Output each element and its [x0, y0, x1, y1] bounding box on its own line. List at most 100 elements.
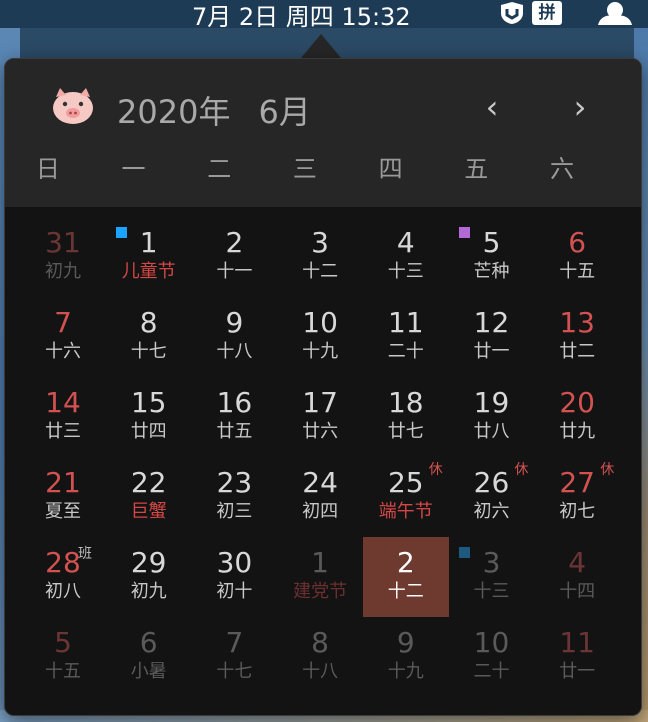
- day-number: 21: [45, 466, 81, 499]
- lunar-date: 初四: [302, 501, 339, 522]
- lunar-date: 十九: [302, 341, 339, 362]
- lunar-date: 廿三: [45, 421, 81, 442]
- day-number: 2: [225, 226, 244, 259]
- year-label[interactable]: 2020年: [117, 93, 230, 131]
- lunar-date: 廿八: [473, 421, 510, 442]
- pig-icon: [51, 87, 95, 125]
- lunar-date: 十九: [387, 661, 424, 682]
- calendar-day[interactable]: 27 初七休: [534, 457, 620, 537]
- calendar-day[interactable]: 28 初八 班: [20, 537, 106, 617]
- calendar-day[interactable]: 5 芒种: [449, 217, 535, 297]
- calendar-day[interactable]: 12 廿一: [449, 297, 535, 377]
- lunar-date: 端午节: [378, 501, 433, 522]
- calendar-day[interactable]: 24 初四: [277, 457, 363, 537]
- calendar-day[interactable]: 1 建党节: [277, 537, 363, 617]
- day-number: 15: [130, 386, 167, 419]
- calendar-day[interactable]: 1 儿童节: [106, 217, 192, 297]
- day-number: 7: [54, 306, 72, 339]
- popover-arrow: [301, 34, 341, 58]
- menu-bar: 7月 2日 周四 15:32 拼: [0, 0, 648, 31]
- weekday-label: 一: [121, 155, 146, 183]
- chevron-right-icon[interactable]: ›: [565, 89, 595, 125]
- day-number: 7: [225, 626, 244, 659]
- chevron-left-icon[interactable]: ‹: [477, 89, 507, 125]
- day-number: 9: [225, 306, 244, 339]
- day-number: 29: [130, 546, 167, 579]
- calendar-day[interactable]: 4 十四: [534, 537, 620, 617]
- day-number: 24: [302, 466, 338, 499]
- calendar-day[interactable]: 8 十八: [277, 617, 363, 697]
- lunar-date: 小暑: [130, 661, 167, 682]
- menubar-clock[interactable]: 7月 2日 周四 15:32: [192, 0, 411, 32]
- calendar-day[interactable]: 18 廿七: [363, 377, 449, 457]
- calendar-day[interactable]: 15 廿四: [106, 377, 192, 457]
- day-number: 5: [54, 626, 72, 659]
- calendar-day[interactable]: 7 十六: [20, 297, 106, 377]
- calendar-day[interactable]: 20 廿九: [534, 377, 620, 457]
- holiday-rest-badge: 休: [600, 462, 615, 478]
- calendar-day[interactable]: 11 二十: [363, 297, 449, 377]
- day-number: 4: [568, 546, 587, 579]
- calendar-day[interactable]: 5 十五: [20, 617, 106, 697]
- lunar-date: 十二: [302, 261, 339, 282]
- calendar-day[interactable]: 9 十八: [191, 297, 277, 377]
- calendar-day[interactable]: 9 十九: [363, 617, 449, 697]
- lunar-date: 初三: [216, 501, 253, 522]
- calendar-day[interactable]: 3 十三: [449, 537, 535, 617]
- calendar-day-today[interactable]: 2 十二: [362, 537, 449, 617]
- calendar-day[interactable]: 6 十五: [534, 217, 620, 297]
- calendar-day[interactable]: 3 十二: [277, 217, 363, 297]
- lunar-date: 夏至: [45, 501, 81, 522]
- calendar-day[interactable]: 14 廿三: [20, 377, 106, 457]
- calendar-day[interactable]: 19 廿八: [449, 377, 535, 457]
- event-marker: [458, 547, 470, 558]
- day-number: 12: [473, 306, 510, 339]
- calendar-day[interactable]: 6 小暑: [106, 617, 192, 697]
- pinyin-input-icon[interactable]: 拼: [532, 1, 562, 25]
- calendar-day[interactable]: 13 廿二: [534, 297, 620, 377]
- user-icon[interactable]: [594, 1, 636, 25]
- lunar-date: 廿六: [302, 421, 339, 442]
- calendar-day[interactable]: 26 初六休: [449, 457, 535, 537]
- calendar-day[interactable]: 17 廿六: [277, 377, 363, 457]
- weekday-label: 五: [464, 155, 489, 183]
- calendar-day[interactable]: 16 廿五: [191, 377, 277, 457]
- month-label[interactable]: 6月: [258, 93, 310, 131]
- calendar-day[interactable]: 10 十九: [277, 297, 363, 377]
- day-number: 9: [396, 626, 415, 659]
- lunar-date: 廿四: [130, 421, 167, 442]
- lunar-date: 廿七: [387, 421, 424, 442]
- calendar-day[interactable]: 8 十七: [106, 297, 192, 377]
- shield-icon[interactable]: [498, 1, 526, 25]
- calendar-day[interactable]: 21 夏至: [20, 457, 106, 537]
- calendar-day[interactable]: 11 廿一: [534, 617, 620, 697]
- day-number: 17: [302, 386, 338, 419]
- calendar-day[interactable]: 10 二十: [449, 617, 535, 697]
- workday-badge: 班: [78, 546, 92, 562]
- lunar-date: 十五: [559, 261, 596, 282]
- calendar-day[interactable]: 25 端午节休: [363, 457, 449, 537]
- day-number: 6: [568, 226, 587, 259]
- lunar-date: 十一: [216, 261, 253, 282]
- calendar-day[interactable]: 30 初十: [191, 537, 277, 617]
- lunar-date: 廿五: [216, 421, 253, 442]
- calendar-day[interactable]: 22 巨蟹: [106, 457, 192, 537]
- calendar-header: 2020年 6月 ‹ › 日 一 二 三 四 五 六: [5, 59, 641, 207]
- lunar-date: 十八: [216, 341, 253, 362]
- day-number: 10: [302, 306, 338, 339]
- calendar-day[interactable]: 23 初三: [191, 457, 277, 537]
- calendar-day[interactable]: 31 初九: [20, 217, 106, 297]
- day-number: 16: [216, 386, 253, 419]
- day-number: 23: [216, 466, 253, 499]
- day-number: 3: [311, 226, 329, 259]
- calendar-day[interactable]: 2 十一: [191, 217, 277, 297]
- calendar-day[interactable]: 4 十三: [363, 217, 449, 297]
- weekday-label: 四: [378, 155, 403, 183]
- lunar-date: 建党节: [293, 581, 348, 602]
- calendar-day[interactable]: 29 初九: [106, 537, 192, 617]
- lunar-date: 十二: [387, 581, 424, 602]
- holiday-rest-badge: 休: [428, 462, 443, 478]
- weekday-label: 三: [292, 155, 317, 183]
- lunar-date: 十六: [45, 341, 81, 362]
- calendar-day[interactable]: 7 十七: [191, 617, 277, 697]
